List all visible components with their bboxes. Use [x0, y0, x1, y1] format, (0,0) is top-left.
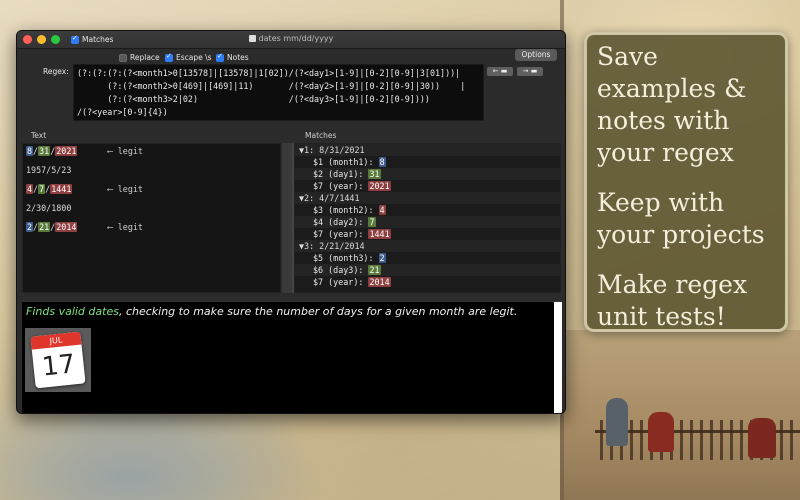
text-line: 8/31/2021 ⟵ legit: [26, 146, 143, 156]
calendar-icon: JUL 17: [25, 328, 91, 392]
capture-value: 21: [368, 265, 381, 275]
notes-body: , checking to make sure the number of da…: [118, 305, 518, 318]
match-capture-row[interactable]: $3 (month2): 4: [295, 204, 560, 216]
notes-editor[interactable]: Finds valid dates, checking to make sure…: [22, 301, 562, 413]
regex-line: (?:(?<month2>0[469]|[469]|11) /(?<day2>[…: [77, 81, 466, 91]
capture-value: 8: [378, 157, 386, 167]
left-arrow-icon: ←: [492, 67, 499, 75]
capture-value: 7: [368, 217, 376, 227]
notes-scrollbar[interactable]: [554, 302, 562, 413]
painted-figure: [606, 398, 628, 446]
capture-value: 1441: [368, 229, 391, 239]
regex-nav: ← ▬ → ▬: [487, 67, 543, 76]
match-capture-row[interactable]: $6 (day3): 21: [295, 264, 560, 276]
capture-key: $7 (year):: [313, 181, 369, 191]
match-capture-row[interactable]: $2 (day1): 31: [295, 168, 560, 180]
matches-checkbox-label: Matches: [82, 35, 114, 44]
capture-value: 31: [368, 169, 381, 179]
text-comment: ⟵ legit: [107, 146, 143, 156]
match-capture-row[interactable]: $5 (month3): 2: [295, 252, 560, 264]
calendar-page: JUL 17: [30, 331, 86, 389]
capture-key: $3 (month2):: [313, 205, 379, 215]
notes-checkbox[interactable]: Notes: [216, 52, 249, 62]
month-match: 2: [26, 222, 34, 232]
match-capture-row[interactable]: $7 (year): 2014: [295, 276, 560, 288]
text-comment: ⟵ legit: [107, 184, 143, 194]
promo-line-1: Save examples & notes with your regex: [597, 42, 747, 167]
capture-key: $7 (year):: [313, 277, 369, 287]
match-group-row[interactable]: ▼3: 2/21/2014: [295, 240, 560, 252]
capture-value: 2021: [368, 181, 391, 191]
text-input-pane[interactable]: 8/31/2021 ⟵ legit 1957/5/23 4/7/1441 ⟵ l…: [22, 143, 281, 293]
painted-figure: [748, 418, 776, 458]
matches-tree[interactable]: ▼1: 8/31/2021 $1 (month1): 8 $2 (day1): …: [294, 143, 561, 293]
matches-section-label: Matches: [305, 131, 337, 140]
match-capture-row[interactable]: $4 (day2): 7: [295, 216, 560, 228]
painted-ground: [560, 330, 800, 500]
text-comment: ⟵ legit: [107, 222, 143, 232]
notes-checkbox-label: Notes: [227, 53, 249, 62]
regex-editor[interactable]: (?:(?:(?:(?<month1>0[13578]|[13578]|1[02…: [73, 64, 484, 121]
window-title-text: dates mm/dd/yyyy: [258, 34, 334, 43]
match-group-row[interactable]: ▼2: 4/7/1441: [295, 192, 560, 204]
regex-line: /(?<year>[0-9]{4}): [77, 107, 168, 117]
promo-line-2: Keep with your projects: [597, 188, 765, 249]
previous-button[interactable]: ← ▬: [487, 67, 513, 76]
day-match: 21: [38, 222, 51, 232]
notes-text: Finds valid dates, checking to make sure…: [26, 305, 517, 318]
month-match: 8: [26, 146, 34, 156]
replace-checkbox[interactable]: Replace: [119, 53, 160, 62]
replace-checkbox-label: Replace: [130, 53, 160, 62]
matches-checkbox[interactable]: Matches: [71, 34, 114, 44]
checkbox-checked-icon: [71, 34, 79, 44]
regex-label: Regex:: [43, 67, 69, 76]
match-capture-row[interactable]: $1 (month1): 8: [295, 156, 560, 168]
text-line: 4/7/1441 ⟵ legit: [26, 184, 143, 194]
capture-key: $5 (month3):: [313, 253, 379, 263]
capture-key: $4 (day2):: [313, 217, 369, 227]
capture-key: $2 (day1):: [313, 169, 369, 179]
capture-value: 2: [378, 253, 386, 263]
regex-line: (?:(?<month3>2|02) /(?<day3>[1-9]|[0-2][…: [77, 94, 430, 104]
capture-value: 4: [378, 205, 386, 215]
regex-line: (?:(?:(?:(?<month1>0[13578]|[13578]|1[02…: [77, 68, 461, 78]
capture-key: $6 (day3):: [313, 265, 369, 275]
month-match: 4: [26, 184, 34, 194]
text-line: 2/21/2014 ⟵ legit: [26, 222, 143, 232]
match-group-row[interactable]: ▼1: 8/31/2021: [295, 144, 560, 156]
next-button[interactable]: → ▬: [517, 67, 543, 76]
promo-line-3: Make regex unit tests!: [597, 270, 748, 331]
promo-panel: Save examples & notes with your regex Ke…: [584, 32, 788, 332]
text-line: 1957/5/23: [26, 165, 72, 175]
match-capture-row[interactable]: $7 (year): 2021: [295, 180, 560, 192]
app-window: dates mm/dd/yyyy Matches Replace Escape …: [16, 30, 566, 414]
calendar-day: 17: [40, 349, 77, 383]
text-section-label: Text: [31, 131, 47, 140]
text-line: 2/30/1800: [26, 203, 72, 213]
year-match: 1441: [50, 184, 73, 194]
escape-checkbox-label: Escape \s: [176, 53, 212, 62]
year-match: 2014: [55, 222, 78, 232]
year-match: 2021: [55, 146, 78, 156]
options-button[interactable]: Options: [515, 49, 557, 61]
notes-highlight: Finds valid dates: [26, 305, 119, 318]
checkbox-unchecked-icon: [119, 53, 127, 62]
escape-checkbox[interactable]: Escape \s: [165, 52, 212, 62]
checkbox-checked-icon: [216, 52, 224, 62]
match-capture-row[interactable]: $7 (year): 1441: [295, 228, 560, 240]
capture-key: $1 (month1):: [313, 157, 379, 167]
painted-figure: [648, 412, 674, 452]
document-icon: [248, 35, 256, 42]
day-match: 31: [38, 146, 51, 156]
capture-value: 2014: [368, 277, 391, 287]
day-match: 7: [38, 184, 46, 194]
right-arrow-icon: →: [522, 67, 529, 75]
capture-key: $7 (year):: [313, 229, 369, 239]
checkbox-checked-icon: [165, 52, 173, 62]
